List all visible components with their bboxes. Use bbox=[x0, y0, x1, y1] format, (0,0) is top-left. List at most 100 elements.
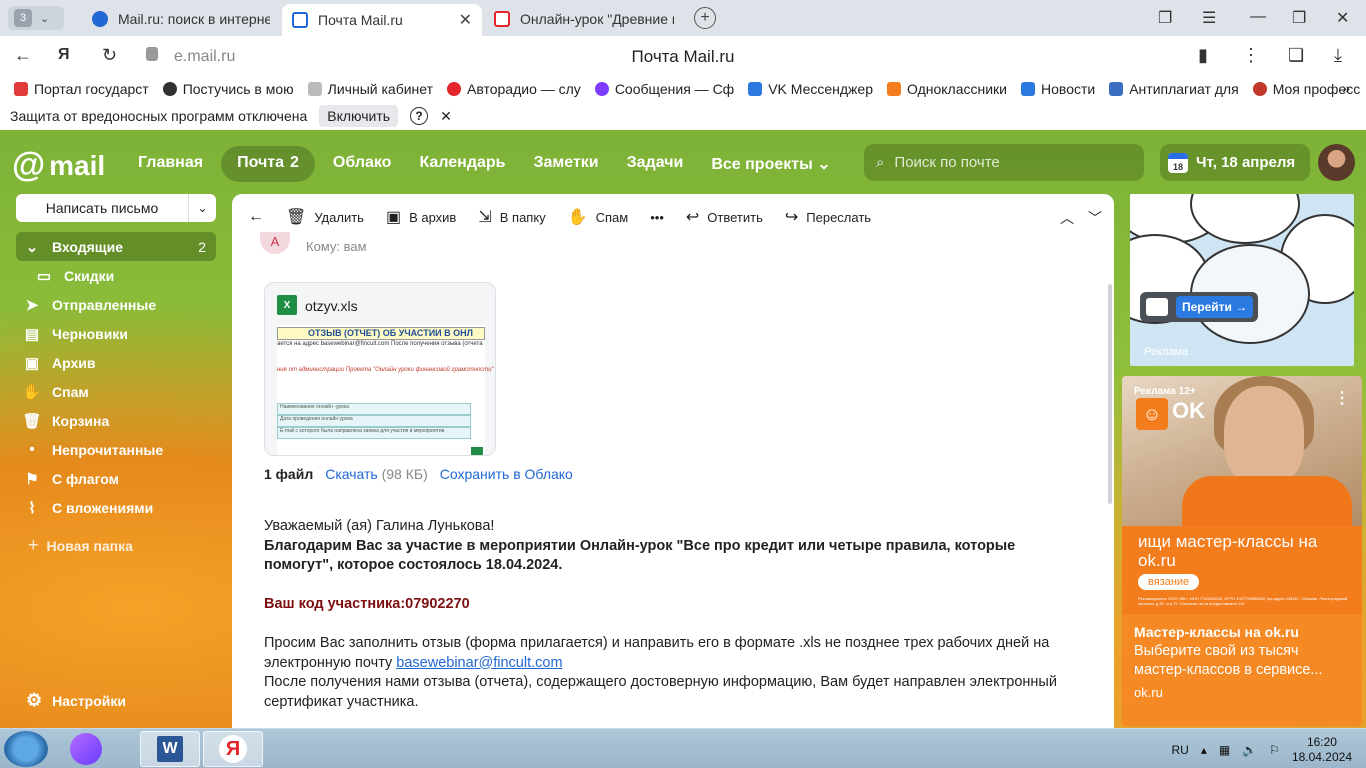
calendar-widget[interactable]: 18 Чт, 18 апреля bbox=[1160, 144, 1310, 181]
taskbar-word[interactable]: W bbox=[140, 731, 200, 767]
move-to-folder-button[interactable]: ⇲ В папку bbox=[478, 207, 545, 227]
ad-age-tag: Реклама 12+ bbox=[1134, 386, 1196, 397]
close-window-icon[interactable]: ✕ bbox=[1336, 8, 1349, 28]
bookmark-item[interactable]: Одноклассники bbox=[887, 81, 1007, 97]
delete-button[interactable]: 🗑 Удалить bbox=[286, 207, 364, 227]
menu-icon[interactable]: ☰ bbox=[1202, 8, 1216, 28]
bookmark-item[interactable]: Сообщения — Сф bbox=[594, 81, 734, 97]
bookmarks-panel-icon[interactable]: ❐ bbox=[1158, 8, 1172, 28]
nav-mail[interactable]: Почта 2 bbox=[221, 146, 315, 182]
bookmark-item[interactable]: Постучись в мою bbox=[162, 81, 294, 97]
chevron-down-icon[interactable]: ﹀ bbox=[1088, 208, 1102, 228]
reply-button[interactable]: ↩ Ответить bbox=[686, 207, 763, 227]
folder-attachments[interactable]: ⌇ С вложениями bbox=[16, 493, 216, 522]
letter-scrollbar[interactable] bbox=[1108, 284, 1112, 504]
system-clock[interactable]: 16:20 18.04.2024 bbox=[1292, 735, 1352, 765]
help-icon[interactable]: ? bbox=[410, 107, 429, 125]
start-button[interactable] bbox=[4, 731, 48, 767]
folder-flagged[interactable]: ⚑ С флагом bbox=[16, 464, 216, 493]
compose-dropdown-chevron-icon[interactable]: ⌄ bbox=[188, 194, 216, 222]
bookmark-flag-icon[interactable]: ▮ bbox=[1198, 45, 1208, 66]
letter-body: Уважаемый (ая) Галина Лунькова! Благодар… bbox=[264, 517, 1074, 712]
reload-icon[interactable]: ↻ bbox=[102, 45, 117, 66]
settings-button[interactable]: ⚙ Настройки bbox=[26, 690, 126, 711]
bookmark-item[interactable]: VK Мессенджер bbox=[748, 81, 873, 97]
new-folder-button[interactable]: + Новая папка bbox=[28, 535, 133, 556]
nav-cloud[interactable]: Облако bbox=[323, 146, 402, 182]
download-link[interactable]: Скачать (98 КБ) bbox=[325, 466, 428, 482]
bookmark-item[interactable]: Авторадио — слу bbox=[447, 81, 581, 97]
tab-mailru-search[interactable]: Mail.ru: поиск в интернете bbox=[82, 4, 280, 34]
bookmark-label: Антиплагиат для bbox=[1129, 81, 1239, 97]
attachment-card[interactable]: X otzyv.xls ОТЗЫВ (ОТЧЕТ) ОБ УЧАСТИИ В О… bbox=[264, 282, 496, 456]
volume-icon[interactable]: 🔈 bbox=[1242, 743, 1257, 757]
preview-row: Наименование онлайн -урока bbox=[277, 403, 471, 415]
nav-home[interactable]: Главная bbox=[128, 146, 213, 182]
folder-trash[interactable]: 🗑 Корзина bbox=[16, 406, 216, 435]
sender-avatar[interactable]: А bbox=[260, 232, 290, 254]
user-avatar[interactable] bbox=[1318, 144, 1355, 181]
folder-inbox[interactable]: ⌄ Входящие 2 bbox=[16, 232, 216, 261]
nav-notes[interactable]: Заметки bbox=[524, 146, 609, 182]
ad-banner-top[interactable]: Перейти → Реклама bbox=[1130, 194, 1354, 366]
folder-sent[interactable]: ➤ Отправленные bbox=[16, 290, 216, 319]
minimize-icon[interactable]: — bbox=[1250, 8, 1266, 26]
close-icon[interactable]: ✕ bbox=[440, 108, 452, 125]
download-icon[interactable]: ⤓ bbox=[1334, 45, 1342, 66]
bookmark-label: Одноклассники bbox=[907, 81, 1008, 97]
email-link[interactable]: basewebinar@fincult.com bbox=[396, 655, 562, 671]
language-indicator[interactable]: RU bbox=[1172, 743, 1189, 757]
bookmarks-more-icon[interactable]: » bbox=[1342, 80, 1350, 96]
enable-protection-button[interactable]: Включить bbox=[319, 105, 399, 127]
tab-counter[interactable]: 3 ⌄ bbox=[8, 6, 64, 30]
folder-unread[interactable]: • Непрочитанные bbox=[16, 435, 216, 464]
nav-tasks[interactable]: Задачи bbox=[617, 146, 694, 182]
tab-mail-inbox[interactable]: Почта Mail.ru ✕ bbox=[282, 4, 482, 36]
new-tab-button[interactable]: + bbox=[694, 7, 716, 29]
mail-search-input[interactable]: ⌕ Поиск по почте bbox=[864, 144, 1144, 181]
folder-drafts[interactable]: ▤ Черновики bbox=[16, 319, 216, 348]
bookmark-icon bbox=[162, 82, 177, 96]
taskbar-yandex-browser[interactable]: Я bbox=[203, 731, 263, 767]
nav-calendar[interactable]: Календарь bbox=[409, 146, 515, 182]
folder-archive[interactable]: ▣ Архив bbox=[16, 348, 216, 377]
ad-fine-print: Рекламодатель ООО «ВК», ИНН 7743001033, … bbox=[1138, 596, 1348, 606]
collections-icon[interactable]: ❏ bbox=[1288, 45, 1304, 66]
url-field[interactable]: e.mail.ru Почта Mail.ru bbox=[138, 42, 1228, 70]
logo-at-icon: @ bbox=[12, 146, 46, 184]
nav-all-projects[interactable]: Все проекты ⌄ bbox=[701, 146, 840, 182]
bookmark-label: Постучись в мою bbox=[182, 81, 294, 97]
back-button[interactable]: ← bbox=[248, 208, 264, 226]
yandex-logo-icon[interactable]: Я bbox=[58, 46, 70, 64]
bookmark-item[interactable]: Личный кабинет bbox=[307, 81, 433, 97]
ad-banner-ok[interactable]: Реклама 12+ ☺ OK ⋮ ищи мастер-классы на … bbox=[1122, 376, 1362, 726]
close-tab-icon[interactable]: ✕ bbox=[459, 10, 472, 30]
bookmark-item[interactable]: Новости bbox=[1021, 81, 1095, 97]
cloud-illustration bbox=[1190, 194, 1300, 244]
folder-spam[interactable]: ✋ Спам bbox=[16, 377, 216, 406]
flag-icon[interactable]: ⚐ bbox=[1269, 743, 1280, 757]
forward-button[interactable]: ↪ Переслать bbox=[785, 207, 871, 227]
mail-logo[interactable]: @ mail bbox=[12, 146, 105, 185]
archive-button[interactable]: ▣ В архив bbox=[386, 207, 456, 227]
chevron-down-icon: ⌄ bbox=[40, 12, 50, 25]
network-icon[interactable]: ▦ bbox=[1219, 743, 1230, 757]
folder-discounts[interactable]: ▭ Скидки bbox=[16, 261, 216, 290]
restore-icon[interactable]: ❐ bbox=[1292, 8, 1306, 28]
ad-go-button[interactable]: Перейти → bbox=[1140, 292, 1258, 322]
tab-online-lesson[interactable]: Онлайн-урок "Древние м bbox=[484, 4, 684, 34]
ad-url: ok.ru bbox=[1134, 685, 1163, 700]
save-to-cloud-link[interactable]: Сохранить в Облако bbox=[440, 466, 573, 482]
spam-button[interactable]: ✋ Спам bbox=[568, 207, 629, 227]
tray-expand-icon[interactable]: ▴ bbox=[1201, 743, 1207, 757]
bookmark-item[interactable]: Портал государст bbox=[14, 81, 149, 97]
nav-mail-count: 2 bbox=[289, 154, 299, 171]
back-icon[interactable]: ← bbox=[14, 45, 32, 66]
compose-button[interactable]: Написать письмо ⌄ bbox=[16, 194, 216, 222]
more-vert-icon[interactable]: ⋮ bbox=[1242, 45, 1260, 66]
more-actions-button[interactable]: ••• bbox=[650, 210, 664, 225]
alice-assistant-icon[interactable] bbox=[70, 733, 102, 765]
chevron-up-icon[interactable]: ︿ bbox=[1060, 208, 1074, 228]
bookmark-item[interactable]: Антиплагиат для bbox=[1109, 81, 1239, 97]
more-vert-icon[interactable]: ⋮ bbox=[1334, 388, 1350, 408]
